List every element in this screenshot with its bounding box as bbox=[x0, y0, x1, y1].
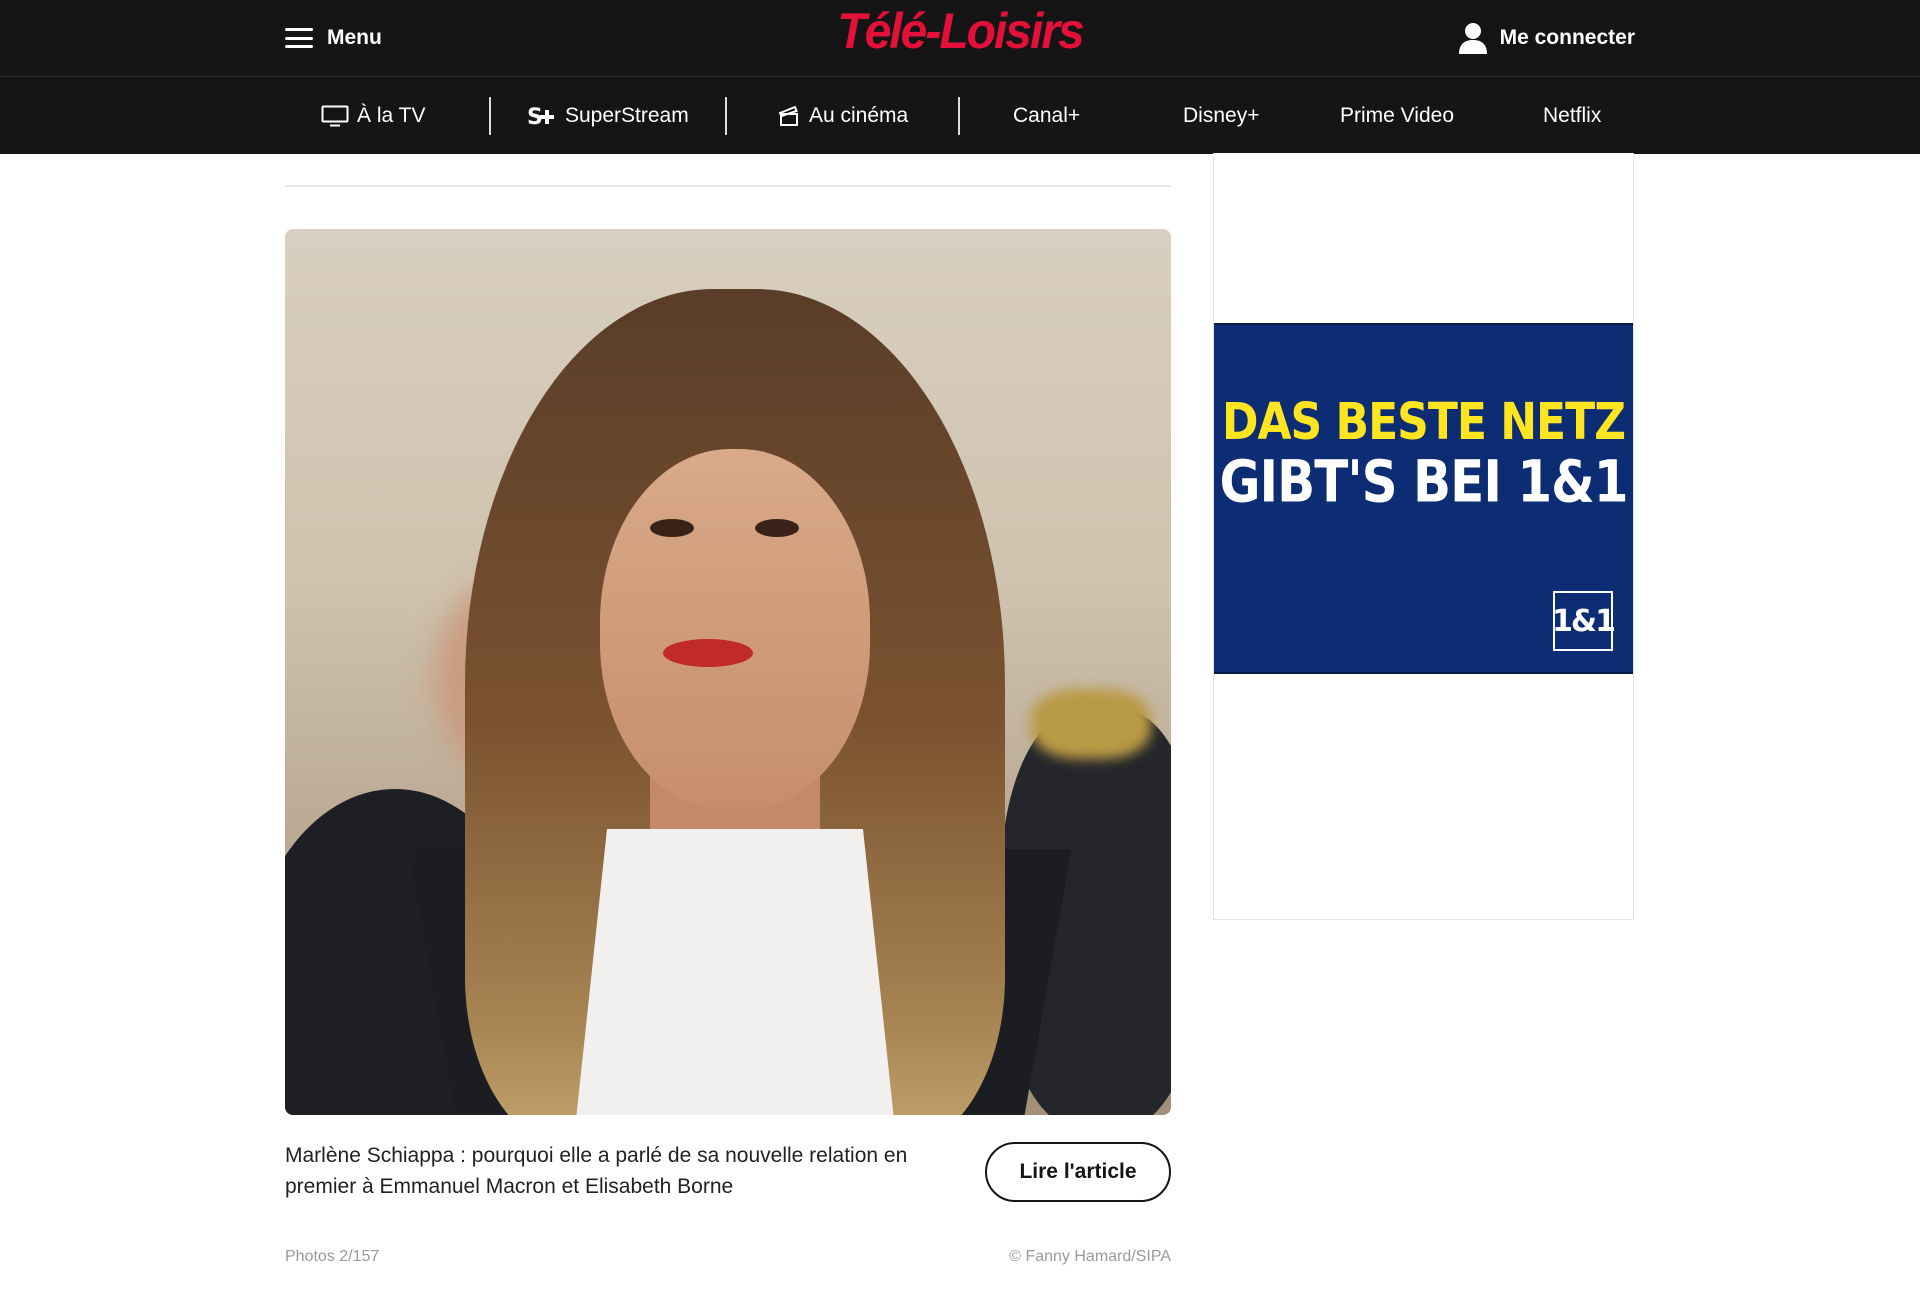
nav-item-canal-plus[interactable]: Canal+ bbox=[1013, 77, 1080, 154]
login-label: Me connecter bbox=[1499, 26, 1635, 49]
nav-label: Au cinéma bbox=[809, 103, 909, 127]
top-header: Menu Télé-Loisirs Me connecter bbox=[0, 0, 1920, 76]
ad-headline-2: GIBT'S BEI 1&1 bbox=[1219, 448, 1628, 516]
nav-item-superstream[interactable]: S SuperStream bbox=[527, 77, 689, 154]
nav-label: À la TV bbox=[357, 103, 426, 127]
nav-item-disney-plus[interactable]: Disney+ bbox=[1183, 77, 1259, 154]
main-nav: À la TV S SuperStream Au cinéma Canal+ D… bbox=[0, 76, 1920, 154]
nav-item-prime-video[interactable]: Prime Video bbox=[1340, 77, 1454, 154]
nav-label: Canal+ bbox=[1013, 103, 1081, 127]
login-button[interactable]: Me connecter bbox=[1458, 18, 1635, 58]
nav-item-au-cinema[interactable]: Au cinéma bbox=[777, 77, 908, 154]
nav-label: Disney+ bbox=[1183, 103, 1260, 127]
ad-headline-1: DAS BESTE NETZ bbox=[1221, 393, 1626, 452]
clapperboard-icon bbox=[778, 105, 798, 126]
ad-banner[interactable]: DAS BESTE NETZ GIBT'S BEI 1&1 1&1 bbox=[1214, 323, 1633, 674]
content-divider bbox=[285, 185, 1171, 187]
photo-caption: Marlène Schiappa : pourquoi elle a parlé… bbox=[285, 1144, 908, 1198]
ad-brand-logo: 1&1 bbox=[1552, 591, 1616, 651]
nav-divider bbox=[725, 97, 727, 135]
nav-divider bbox=[489, 97, 491, 135]
photo-credit: © Fanny Hamard/SIPA bbox=[1009, 1248, 1171, 1265]
tv-icon bbox=[321, 105, 349, 126]
nav-divider bbox=[958, 97, 960, 135]
nav-item-netflix[interactable]: Netflix bbox=[1543, 77, 1601, 154]
photo-counter: Photos 2/157 bbox=[285, 1248, 380, 1265]
nav-label: SuperStream bbox=[565, 103, 689, 127]
superstream-icon: S bbox=[527, 105, 554, 128]
nav-item-a-la-tv[interactable]: À la TV bbox=[321, 77, 425, 154]
read-article-button[interactable]: Lire l'article bbox=[985, 1142, 1171, 1202]
gallery-photo[interactable] bbox=[285, 229, 1171, 1115]
nav-label: Prime Video bbox=[1340, 103, 1455, 127]
nav-label: Netflix bbox=[1543, 103, 1602, 127]
user-icon bbox=[1458, 23, 1487, 54]
